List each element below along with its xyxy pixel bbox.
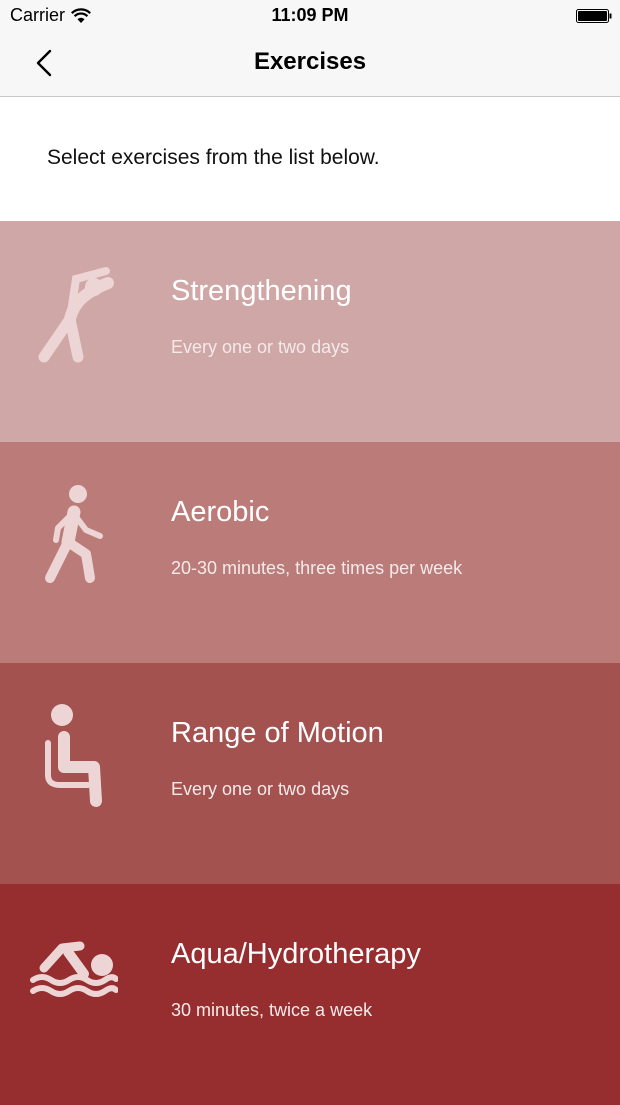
intro-text: Select exercises from the list below. bbox=[47, 146, 380, 169]
exercise-frequency: Every one or two days bbox=[171, 337, 350, 357]
exercise-title: Aerobic bbox=[171, 496, 270, 528]
navigation-bar: Exercises bbox=[0, 32, 620, 97]
swimming-person-icon bbox=[30, 941, 118, 997]
intro-section: Select exercises from the list below. bbox=[0, 97, 620, 221]
status-time: 11:09 PM bbox=[271, 5, 349, 25]
exercise-list: Strengthening Every one or two days Aero… bbox=[0, 221, 620, 1105]
exercise-title: Range of Motion bbox=[171, 717, 384, 749]
exercise-frequency: 20-30 minutes, three times per week bbox=[171, 558, 463, 578]
battery-icon bbox=[576, 9, 612, 23]
exercise-title: Strengthening bbox=[171, 275, 352, 307]
walking-person-icon bbox=[45, 485, 103, 583]
exercise-row-range-of-motion[interactable]: Range of Motion Every one or two days bbox=[0, 663, 620, 884]
exercise-frequency: Every one or two days bbox=[171, 779, 350, 799]
exercise-row-strengthening[interactable]: Strengthening Every one or two days bbox=[0, 221, 620, 442]
exercise-frequency: 30 minutes, twice a week bbox=[171, 1000, 373, 1020]
status-bar: Carrier 11:09 PM bbox=[0, 0, 620, 32]
exercise-row-aerobic[interactable]: Aerobic 20-30 minutes, three times per w… bbox=[0, 442, 620, 663]
seated-person-icon bbox=[45, 704, 102, 807]
exercise-title: Aqua/Hydrotherapy bbox=[171, 938, 421, 970]
stretching-person-icon bbox=[38, 267, 114, 363]
page-title: Exercises bbox=[253, 48, 367, 75]
exercise-row-aqua-hydrotherapy[interactable]: Aqua/Hydrotherapy 30 minutes, twice a we… bbox=[0, 884, 620, 1105]
